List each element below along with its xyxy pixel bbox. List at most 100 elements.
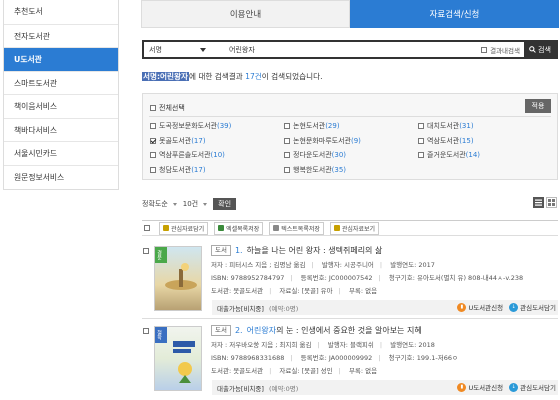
result-count: 17건: [245, 72, 262, 81]
cover-illustration-icon: [173, 341, 195, 383]
tab-guide[interactable]: 이용안내: [141, 0, 350, 28]
result-title[interactable]: 어린왕자의 눈 : 인생에서 중요한 것을 알아보는 지혜: [247, 325, 422, 336]
library-checkbox[interactable]: [284, 137, 290, 144]
library-option[interactable]: 못골도서관 (17): [150, 136, 284, 146]
library-checkbox[interactable]: [418, 152, 424, 158]
book-cover[interactable]: 철학: [154, 326, 202, 391]
tab-bar: 이용안내 자료검색/신청: [141, 0, 559, 28]
result-room: 자료실: [못골] 성인: [279, 367, 333, 375]
library-checkbox[interactable]: [150, 123, 156, 129]
sidebar-item-recommended[interactable]: 추천도서: [4, 0, 118, 24]
library-checkbox[interactable]: [150, 152, 156, 158]
apply-button[interactable]: 적용: [525, 99, 551, 113]
search-field-select[interactable]: 서명: [144, 42, 226, 57]
sidebar-item-citizen-card[interactable]: 서울시민카드: [4, 141, 118, 165]
library-option[interactable]: 청담도서관 (17): [150, 165, 284, 175]
result-row-ids: ISBN: 9788968331688 | 등록번호: JA000009992 | …: [211, 352, 556, 362]
tab-search-request[interactable]: 자료검색/신청: [350, 0, 559, 28]
result-isbn: ISBN: 9788968331688: [211, 354, 285, 362]
library-checkbox[interactable]: [150, 137, 156, 144]
result-year: 발행연도: 2017: [390, 261, 435, 269]
sidebar-item-smart-library[interactable]: 스마트도서관: [4, 70, 118, 95]
library-checkbox[interactable]: [284, 166, 290, 173]
library-option[interactable]: 즐거운도서관 (14): [418, 150, 552, 160]
library-option[interactable]: 정다운도서관 (30): [284, 150, 418, 160]
sidebar-item-ebook[interactable]: 전자도서관: [4, 23, 118, 48]
library-checkbox[interactable]: [284, 123, 290, 129]
list-view-button[interactable]: [533, 197, 544, 208]
availability-bar: 대출가능[비치중] (예약:0명) ▮ U도서관신청 ↓ 관심도서담기: [212, 300, 558, 315]
add-favorites-button[interactable]: 관심자료담기: [159, 221, 209, 235]
library-filter-panel: 전체선택 적용 도곡정보문화도서관 (39) 논현도서관 (29) 대치도서관 (31…: [142, 93, 558, 180]
availability-bar: 대출가능[비치중] (예약:0명) ▮ U도서관신청 ↓ 관심도서담기: [212, 380, 558, 395]
separator: |: [290, 274, 293, 282]
book-cover[interactable]: 경문: [154, 246, 202, 311]
result-row-ids: ISBN: 9788952784797 | 등록번호: JC000007542 | …: [211, 272, 556, 282]
result-checkbox[interactable]: [143, 248, 149, 254]
separator: |: [379, 341, 383, 349]
library-option[interactable]: 역삼푸른솔도서관 (10): [150, 150, 284, 160]
availability-actions: ▮ U도서관신청 ↓ 관심도서담기: [457, 302, 556, 312]
library-checkbox[interactable]: [284, 152, 290, 158]
book-icon: ▮: [457, 382, 467, 392]
select-all-results-checkbox[interactable]: [144, 225, 150, 231]
result-checkbox[interactable]: [143, 328, 149, 334]
add-favorite-book-button[interactable]: ↓ 관심도서담기: [509, 382, 556, 392]
result-row-author: 저자 : 피터시스 지음 ; 김명남 옮김 | 발행자: 시공주니어 | 발행연도:…: [211, 259, 556, 269]
select-all[interactable]: 전체선택: [150, 103, 185, 113]
result-title-highlight: 어린왕자: [246, 325, 277, 335]
sidebar-item-original-info[interactable]: 원문정보서비스: [4, 164, 118, 189]
search-input[interactable]: [226, 42, 482, 57]
library-name: 논현문화마루도서관: [293, 136, 351, 145]
result-title[interactable]: 하늘을 나는 어린 왕자 : 생텍쥐페리의 삶: [247, 245, 383, 256]
sort-order-select[interactable]: 정확도순: [142, 199, 177, 209]
search-bar: 서명 결과내검색 검색: [142, 40, 558, 59]
library-option[interactable]: 역삼도서관 (15): [418, 136, 552, 146]
search-within-checkbox[interactable]: [481, 46, 488, 53]
library-count: (29): [325, 122, 340, 130]
separator: |: [311, 261, 314, 269]
result-call-number: 청구기호: 199.1-저66ㅇ: [388, 354, 458, 362]
text-save-button[interactable]: 텍스트목록저장: [269, 221, 324, 235]
library-name: 청담도서관: [159, 165, 192, 174]
library-count: (9): [350, 136, 361, 145]
excel-save-button[interactable]: 엑셀목록저장: [214, 221, 264, 235]
view-favorites-button[interactable]: 관심자료보기: [329, 221, 380, 235]
download-icon: ↓: [509, 382, 519, 392]
grid-view-button[interactable]: [546, 197, 557, 208]
sidebar-item-chaekieum[interactable]: 책이음서비스: [4, 94, 118, 118]
library-checkbox[interactable]: [418, 137, 424, 144]
library-checkbox[interactable]: [418, 123, 424, 129]
u-library-request-button[interactable]: ▮ U도서관신청: [457, 302, 503, 312]
result-title-line: 도서 1. 하늘을 나는 어린 왕자 : 생텍쥐페리의 삶: [211, 244, 556, 256]
separator: |: [269, 367, 272, 375]
confirm-button[interactable]: 확인: [213, 198, 237, 210]
search-button[interactable]: 검색: [524, 42, 556, 57]
sidebar-item-u-library[interactable]: U도서관: [4, 47, 118, 71]
action-label: 텍스트목록저장: [281, 225, 320, 233]
result-text-1: 에 대한 검색결과: [188, 72, 246, 81]
u-library-request-button[interactable]: ▮ U도서관신청: [457, 382, 503, 392]
library-option[interactable]: 행복한도서관 (35): [284, 165, 418, 175]
library-count: (17): [191, 136, 206, 145]
result-isbn: ISBN: 9788952784797: [211, 274, 285, 282]
add-favorite-book-button[interactable]: ↓ 관심도서담기: [509, 302, 556, 312]
library-checkbox[interactable]: [150, 166, 156, 173]
result-number: 2.: [234, 325, 243, 335]
u-library-request-label: U도서관신청: [468, 384, 504, 392]
result-meta: 도서 1. 하늘을 나는 어린 왕자 : 생텍쥐페리의 삶 저자 : 피터시스 …: [211, 244, 556, 295]
action-label: 관심자료보기: [341, 225, 376, 233]
select-all-checkbox[interactable]: [150, 105, 156, 111]
library-option[interactable]: 논현문화마루도서관 (9): [284, 136, 418, 146]
search-within-results[interactable]: 결과내검색: [481, 45, 520, 55]
separator: |: [378, 354, 381, 362]
divider: [149, 116, 551, 117]
sidebar-item-chaekbada[interactable]: 책바다서비스: [4, 117, 118, 142]
result-reg-number: 등록번호: JA000009992: [300, 354, 373, 362]
library-option[interactable]: 대치도서관 (31): [418, 121, 552, 131]
material-type-tag: 도서: [211, 244, 231, 256]
library-count: (31): [459, 122, 474, 130]
per-page-select[interactable]: 10건: [183, 199, 208, 209]
library-option[interactable]: 도곡정보문화도서관 (39): [150, 121, 284, 131]
library-option[interactable]: 논현도서관 (29): [284, 121, 418, 131]
